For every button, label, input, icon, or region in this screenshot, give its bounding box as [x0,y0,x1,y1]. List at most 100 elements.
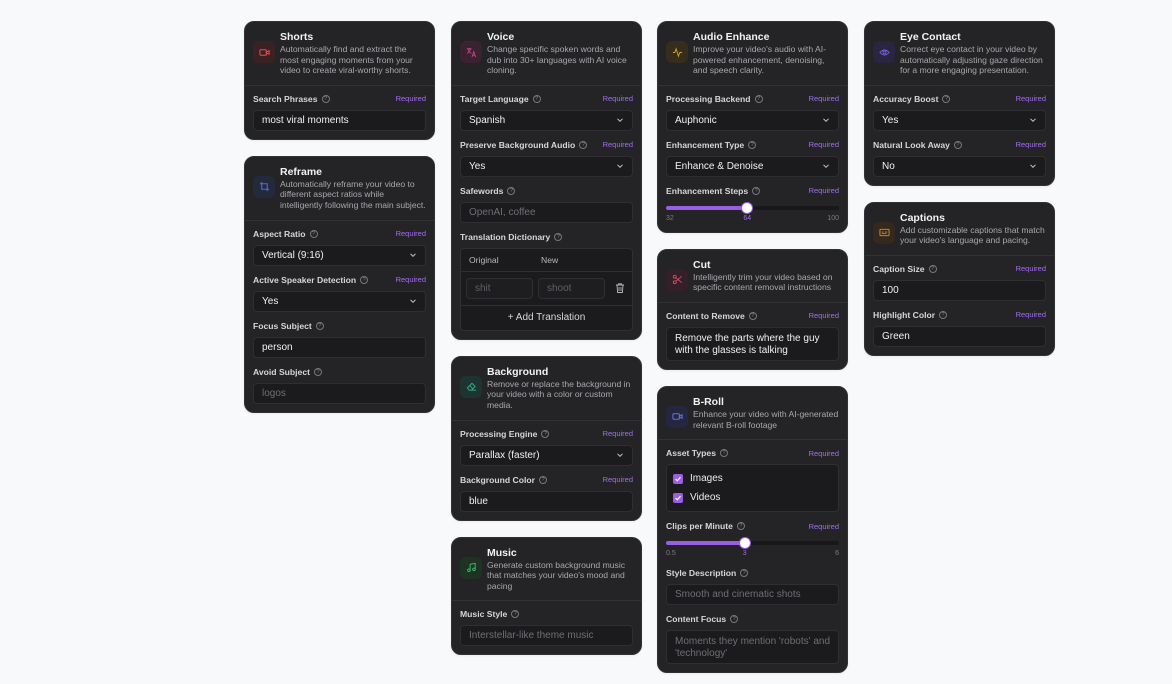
slider-thumb[interactable] [741,201,754,214]
help-icon[interactable]: ? [939,310,948,319]
add-translation-button[interactable]: + Add Translation [461,306,632,330]
field-label: Clips per Minute [666,521,733,532]
content-to-remove-textarea[interactable]: Remove the parts where the guy with the … [666,326,839,361]
help-icon[interactable]: ? [321,94,330,103]
card-title: Shorts [280,31,314,43]
background-color-input[interactable]: blue [460,490,633,512]
help-icon[interactable]: ? [942,94,951,103]
aspect-ratio-field: Aspect Ratio? Required Vertical (9:16) [253,228,426,266]
help-icon[interactable]: ? [748,311,757,320]
target-language-select[interactable]: Spanish [460,109,633,131]
select-value: Auphonic [675,114,717,126]
help-icon[interactable]: ? [538,475,547,484]
help-icon[interactable]: ? [953,140,962,149]
focus-subject-field: Focus Subject? person [253,320,426,358]
music-style-input[interactable]: Interstellar-like theme music [460,625,633,647]
help-icon[interactable]: ? [360,275,369,284]
card-header: Captions Add customizable captions that … [865,203,1054,256]
content-focus-field: Content Focus? Moments they mention 'rob… [666,613,839,665]
help-icon[interactable]: ? [579,140,588,149]
help-icon[interactable]: ? [740,569,749,578]
natural-look-away-select[interactable]: No [873,155,1046,177]
clips-per-minute-field: Clips per Minute? Required 0.5 3 6 [666,520,839,559]
input-value: blue [469,495,488,507]
card-title: Audio Enhance [693,31,770,43]
help-icon[interactable]: ? [511,610,520,619]
card-header: Eye Contact Correct eye contact in your … [865,22,1054,86]
field-label: Highlight Color [873,309,936,320]
highlight-color-input[interactable]: Green [873,325,1046,347]
field-label: Preserve Background Audio [460,139,576,150]
checkmark-icon [675,476,681,482]
help-icon[interactable]: ? [748,140,757,149]
speaker-detection-select[interactable]: Yes [253,290,426,312]
required-badge: Required [395,229,426,239]
help-icon[interactable]: ? [720,449,728,458]
slider-fill [666,205,748,210]
help-icon[interactable]: ? [754,94,763,103]
card-description: Intelligently trim your video based on s… [693,271,833,293]
help-icon[interactable]: ? [315,321,324,330]
music-style-field: Music Style? Interstellar-like theme mus… [460,608,633,647]
safewords-input[interactable]: OpenAI, coffee [460,201,633,223]
processing-engine-select[interactable]: Parallax (faster) [460,444,633,466]
focus-subject-input[interactable]: person [253,336,426,358]
help-icon[interactable]: ? [309,229,318,238]
input-placeholder: shoot [547,282,572,294]
checkbox-checked[interactable] [673,492,683,503]
enhancement-steps-slider[interactable] [666,201,839,214]
help-icon[interactable]: ? [752,186,761,195]
help-icon[interactable]: ? [541,429,550,438]
videos-option[interactable]: Videos [673,488,832,507]
clips-per-minute-slider[interactable] [666,537,839,550]
checkmark-icon [675,495,681,501]
help-icon[interactable]: ? [928,264,937,273]
help-icon[interactable]: ? [736,522,745,531]
field-label: Avoid Subject [253,366,310,377]
field-label: Style Description [666,568,737,579]
help-icon[interactable]: ? [507,186,516,195]
required-badge: Required [808,94,839,104]
card-title: Eye Contact [900,31,961,43]
input-placeholder: logos [262,387,286,399]
required-badge: Required [602,475,633,485]
trash-icon[interactable] [614,282,626,294]
original-word-input[interactable]: shit [466,277,533,299]
column-header-original: Original [469,254,499,265]
select-value: Yes [262,295,279,307]
processing-engine-field: Processing Engine? Required Parallax (fas… [460,428,633,466]
aspect-ratio-select[interactable]: Vertical (9:16) [253,244,426,266]
style-description-field: Style Description? Smooth and cinematic … [666,567,839,606]
search-phrases-input[interactable]: most viral moments [253,109,426,131]
enhancement-type-select[interactable]: Enhance & Denoise [666,155,839,177]
preserve-audio-select[interactable]: Yes [460,155,633,177]
input-placeholder: Interstellar-like theme music [469,630,594,642]
translation-dictionary-field: Translation Dictionary? Original New shi… [460,231,633,331]
new-word-input[interactable]: shoot [538,277,605,299]
content-focus-textarea[interactable]: Moments they mention 'robots' and 'techn… [666,630,839,665]
accuracy-boost-field: Accuracy Boost? Required Yes [873,93,1046,131]
chevron-down-icon [1030,118,1036,123]
help-icon[interactable]: ? [532,94,541,103]
field-label: Enhancement Type [666,139,745,150]
card-description: Remove or replace the background in your… [487,378,631,410]
select-value: No [882,160,895,172]
card-header: Shorts Automatically find and extract th… [245,22,434,86]
help-icon[interactable]: ? [554,232,563,241]
field-label: Enhancement Steps [666,185,749,196]
processing-backend-select[interactable]: Auphonic [666,109,839,131]
slider-min-label: 32 [666,214,674,222]
card-description: Change specific spoken words and dub int… [487,44,627,76]
help-icon[interactable]: ? [313,367,322,376]
style-description-input[interactable]: Smooth and cinematic shots [666,584,839,606]
required-badge: Required [602,94,633,104]
images-option[interactable]: Images [673,469,832,488]
help-icon[interactable]: ? [730,615,739,624]
card-title: Reframe [280,165,323,178]
accuracy-boost-select[interactable]: Yes [873,109,1046,131]
avoid-subject-input[interactable]: logos [253,382,426,404]
slider-thumb[interactable] [738,537,751,550]
field-label: Content to Remove [666,310,745,321]
caption-size-input[interactable]: 100 [873,279,1046,301]
checkbox-checked[interactable] [673,473,683,484]
